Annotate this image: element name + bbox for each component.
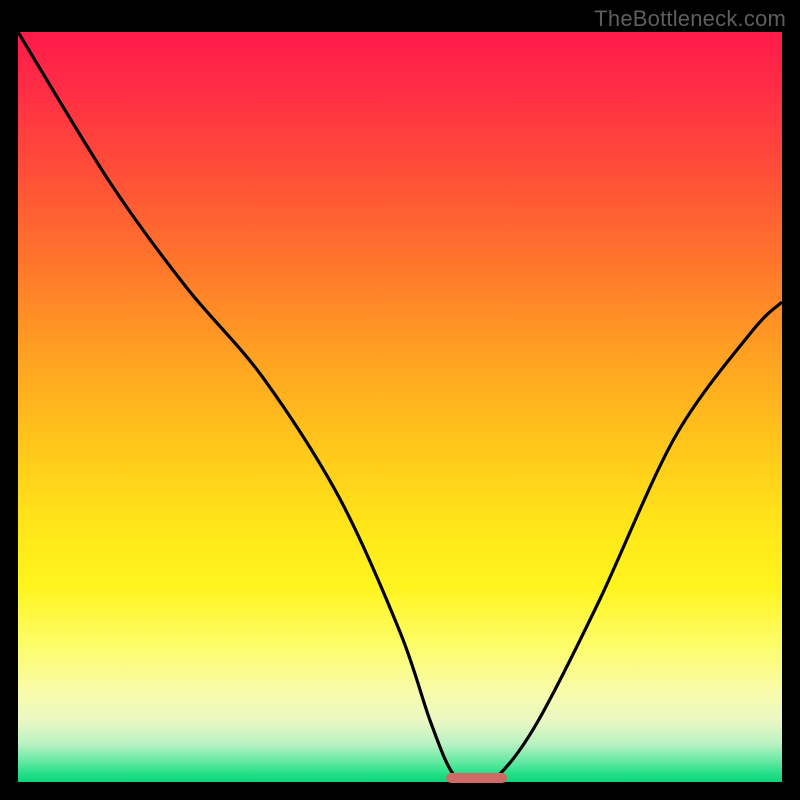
- chart-min-marker: [446, 773, 507, 783]
- chart-plot-area: [18, 32, 782, 782]
- chart-frame: [18, 32, 782, 782]
- chart-background-gradient: [18, 32, 782, 782]
- watermark-text: TheBottleneck.com: [594, 6, 786, 32]
